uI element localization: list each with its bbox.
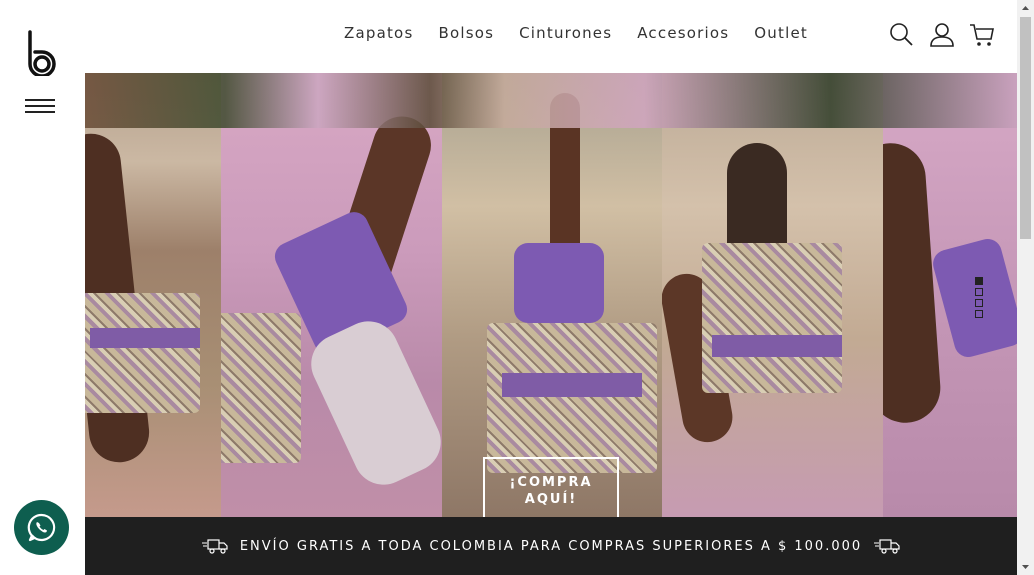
scroll-up-arrow-icon[interactable] xyxy=(1017,0,1034,17)
scroll-down-arrow-icon[interactable] xyxy=(1017,558,1034,575)
header-icons xyxy=(889,22,995,48)
slider-dot-2[interactable] xyxy=(975,288,983,296)
free-shipping-bar: ENVÍO GRATIS A TODA COLOMBIA PARA COMPRA… xyxy=(85,517,1017,575)
delivery-truck-icon xyxy=(201,539,228,554)
cart-icon[interactable] xyxy=(969,22,995,48)
free-shipping-text: ENVÍO GRATIS A TODA COLOMBIA PARA COMPRA… xyxy=(239,538,863,554)
delivery-truck-icon xyxy=(874,539,900,554)
brand-logo[interactable] xyxy=(26,30,56,78)
hero-banner[interactable]: ¡COMPRA AQUÍ! xyxy=(85,73,1017,517)
left-rail xyxy=(0,0,85,575)
nav-item-bolsos[interactable]: Bolsos xyxy=(438,24,494,42)
hero-top-strip xyxy=(85,73,1017,128)
user-icon[interactable] xyxy=(929,22,955,48)
hero-panel-2 xyxy=(221,73,442,517)
cta-line-1: ¡COMPRA xyxy=(509,475,593,490)
whatsapp-button[interactable] xyxy=(14,500,69,555)
main-nav: Zapatos Bolsos Cinturones Accesorios Out… xyxy=(344,24,833,42)
hero-panel-3 xyxy=(442,73,662,517)
cta-line-2: AQUÍ! xyxy=(524,492,578,507)
hero-panel-4 xyxy=(662,73,883,517)
page: Zapatos Bolsos Cinturones Accesorios Out… xyxy=(0,0,1034,575)
whatsapp-icon xyxy=(27,513,56,542)
hero-panel-5 xyxy=(883,73,1017,517)
hero-panel-1 xyxy=(85,73,221,517)
nav-item-cinturones[interactable]: Cinturones xyxy=(519,24,612,42)
shop-now-button[interactable]: ¡COMPRA AQUÍ! xyxy=(483,457,619,517)
slider-dots xyxy=(975,277,983,318)
vertical-scrollbar[interactable] xyxy=(1017,0,1034,575)
menu-icon[interactable] xyxy=(25,98,55,114)
nav-item-accesorios[interactable]: Accesorios xyxy=(637,24,729,42)
slider-dot-4[interactable] xyxy=(975,310,983,318)
search-icon[interactable] xyxy=(889,22,915,48)
nav-item-zapatos[interactable]: Zapatos xyxy=(344,24,413,42)
slider-dot-1[interactable] xyxy=(975,277,983,285)
scrollbar-thumb[interactable] xyxy=(1020,17,1031,239)
header: Zapatos Bolsos Cinturones Accesorios Out… xyxy=(85,0,1017,73)
nav-item-outlet[interactable]: Outlet xyxy=(754,24,808,42)
slider-dot-3[interactable] xyxy=(975,299,983,307)
